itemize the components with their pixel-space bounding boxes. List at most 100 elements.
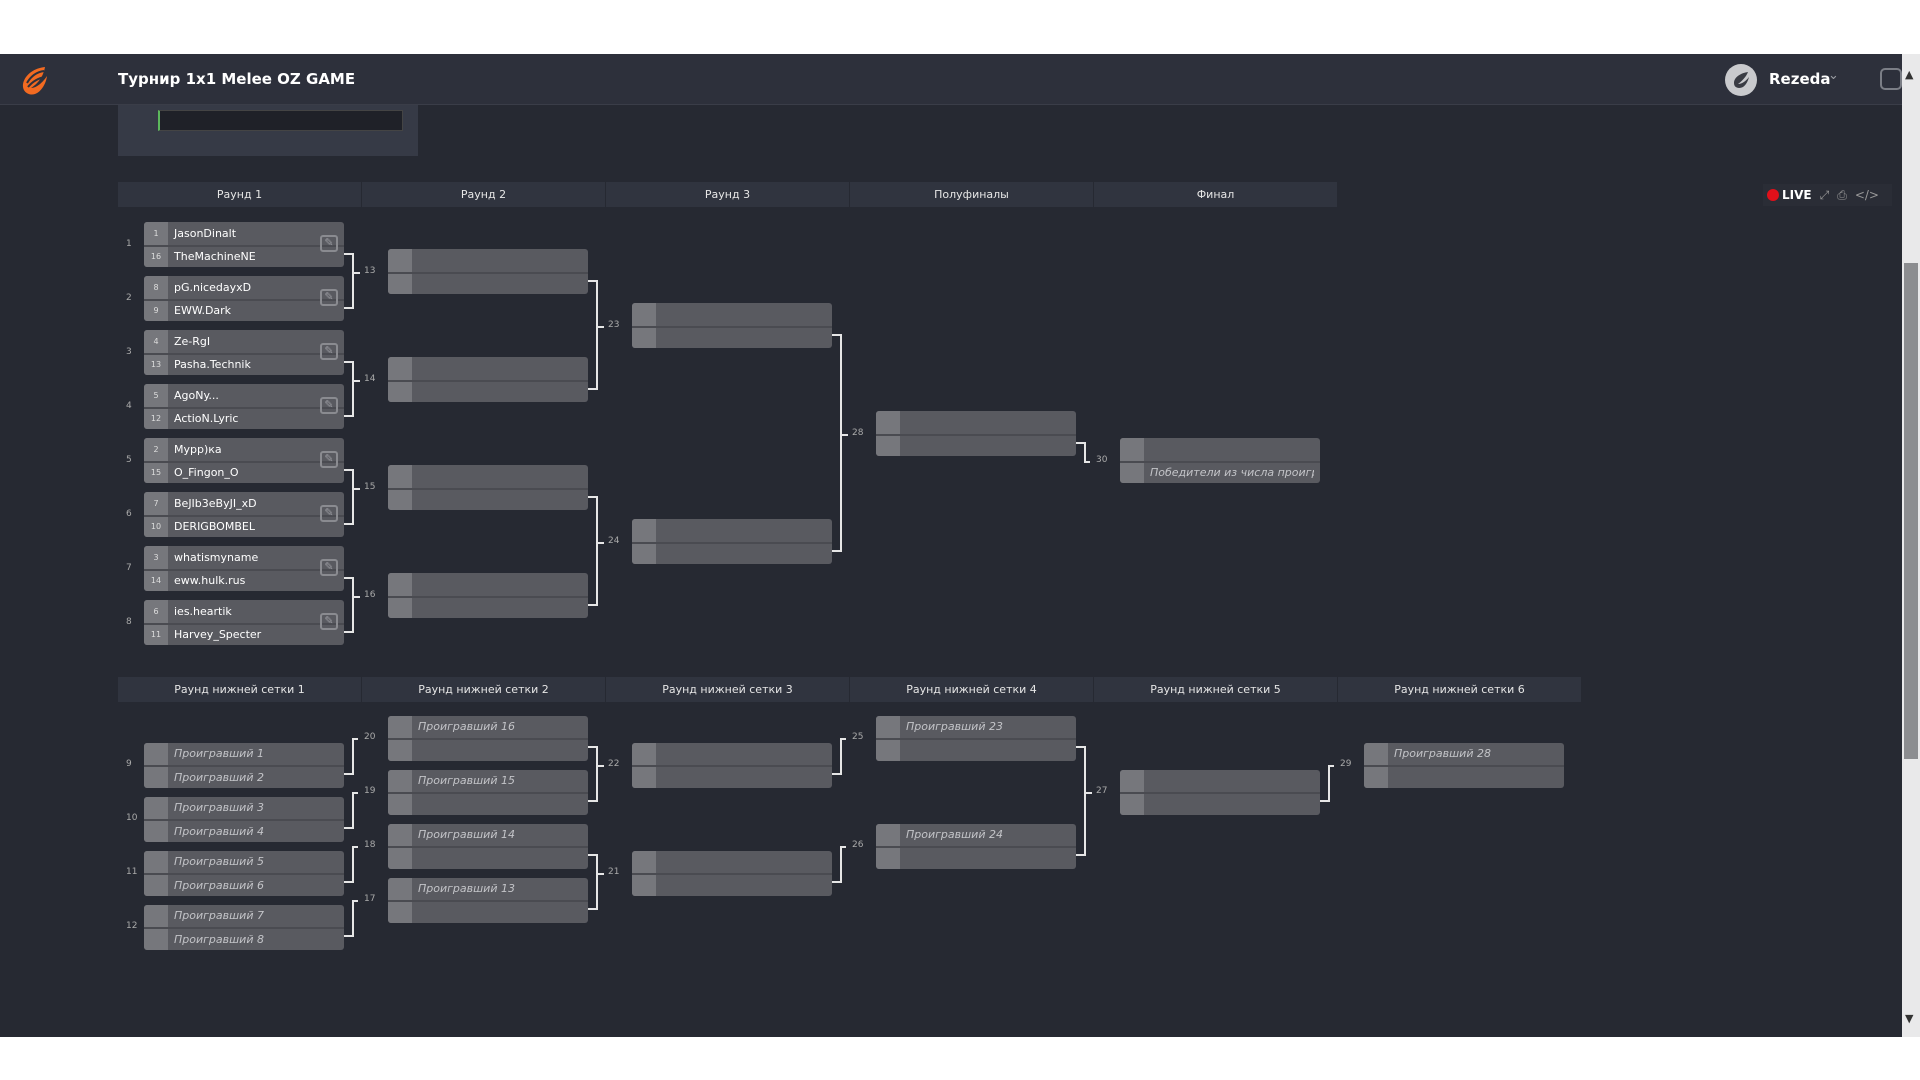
match-11[interactable]: Проигравший 5 Проигравший 6 — [144, 850, 344, 896]
match-slot[interactable]: 15 O_Fingon_O — [144, 460, 344, 483]
match-slot[interactable] — [876, 411, 1076, 434]
match-slot[interactable] — [388, 487, 588, 510]
edit-match-icon[interactable]: ✎ — [320, 559, 338, 576]
settings-icon[interactable] — [1880, 68, 1902, 90]
flame-wing-logo[interactable] — [17, 64, 51, 98]
match-slot[interactable] — [1120, 769, 1320, 792]
match-27[interactable] — [1120, 769, 1320, 815]
match-slot[interactable] — [388, 573, 588, 596]
match-slot[interactable] — [632, 303, 832, 326]
match-slot[interactable] — [632, 519, 832, 542]
match-18[interactable]: Проигравший 14 — [388, 823, 588, 869]
match-slot[interactable] — [632, 541, 832, 564]
match-slot[interactable]: Проигравший 3 — [144, 796, 344, 819]
match-slot[interactable]: Проигравший 24 — [876, 823, 1076, 846]
match-16[interactable] — [388, 573, 588, 618]
scroll-down-icon[interactable]: ▼ — [1905, 1012, 1913, 1025]
match-slot[interactable]: Проигравший 2 — [144, 765, 344, 788]
edit-match-icon[interactable]: ✎ — [320, 397, 338, 414]
match-slot[interactable] — [388, 379, 588, 402]
match-17[interactable]: Проигравший 13 — [388, 877, 588, 923]
edit-match-icon[interactable]: ✎ — [320, 613, 338, 630]
match-8[interactable]: 6 ies.heartik 11 Harvey_Specter ✎ — [144, 600, 344, 645]
wing-avatar-icon[interactable] — [1725, 64, 1757, 96]
match-slot[interactable] — [388, 595, 588, 618]
match-slot[interactable] — [876, 846, 1076, 869]
match-slot[interactable]: 2 Мурр)ка — [144, 438, 344, 461]
scrollbar-thumb[interactable] — [1904, 263, 1918, 759]
match-slot[interactable] — [388, 357, 588, 380]
match-3[interactable]: 4 Ze-RgI 13 Pasha.Technik ✎ — [144, 330, 344, 375]
match-slot[interactable] — [388, 738, 588, 761]
match-1[interactable]: 1 JasonDinalt 16 TheMachineNE ✎ — [144, 222, 344, 267]
match-slot[interactable]: 14 eww.hulk.rus — [144, 568, 344, 591]
match-slot[interactable] — [632, 850, 832, 873]
match-24[interactable] — [632, 519, 832, 564]
match-29[interactable]: Проигравший 28 — [1364, 742, 1564, 788]
match-slot[interactable] — [632, 873, 832, 896]
edit-match-icon[interactable]: ✎ — [320, 289, 338, 306]
edit-match-icon[interactable]: ✎ — [320, 451, 338, 468]
match-slot[interactable]: 1 JasonDinalt — [144, 222, 344, 245]
match-5[interactable]: 2 Мурр)ка 15 O_Fingon_O ✎ — [144, 438, 344, 483]
match-slot[interactable] — [876, 433, 1076, 456]
filter-input[interactable] — [158, 110, 403, 131]
match-4[interactable]: 5 AgoNy... 12 ActioN.Lyric ✎ — [144, 384, 344, 429]
match-slot[interactable]: Проигравший 14 — [388, 823, 588, 846]
match-slot[interactable] — [388, 465, 588, 488]
match-slot[interactable] — [632, 765, 832, 788]
match-slot[interactable] — [632, 325, 832, 348]
match-15[interactable] — [388, 465, 588, 510]
match-slot[interactable] — [388, 792, 588, 815]
match-slot[interactable]: Проигравший 5 — [144, 850, 344, 873]
match-slot[interactable] — [388, 271, 588, 294]
match-slot[interactable]: Проигравший 16 — [388, 715, 588, 738]
match-slot[interactable] — [876, 738, 1076, 761]
match-slot[interactable] — [388, 846, 588, 869]
match-slot[interactable] — [632, 742, 832, 765]
match-30[interactable]: Победители из числа проигр — [1120, 438, 1320, 483]
match-slot[interactable] — [1120, 438, 1320, 461]
edit-match-icon[interactable]: ✎ — [320, 343, 338, 360]
match-slot[interactable] — [388, 900, 588, 923]
match-25[interactable]: Проигравший 23 — [876, 715, 1076, 761]
match-slot[interactable]: Проигравший 7 — [144, 904, 344, 927]
match-slot[interactable]: 9 EWW.Dark — [144, 298, 344, 321]
match-slot[interactable]: Проигравший 1 — [144, 742, 344, 765]
match-slot[interactable]: Проигравший 8 — [144, 927, 344, 950]
match-20[interactable]: Проигравший 16 — [388, 715, 588, 761]
match-slot[interactable]: Проигравший 15 — [388, 769, 588, 792]
match-slot[interactable]: 4 Ze-RgI — [144, 330, 344, 353]
match-slot[interactable]: Победители из числа проигр — [1120, 460, 1320, 483]
match-slot[interactable]: 16 TheMachineNE — [144, 244, 344, 267]
edit-match-icon[interactable]: ✎ — [320, 235, 338, 252]
match-slot[interactable]: 13 Pasha.Technik — [144, 352, 344, 375]
match-slot[interactable] — [1364, 765, 1564, 788]
match-23[interactable] — [632, 303, 832, 348]
live-button[interactable]: LIVE — [1767, 188, 1812, 202]
embed-code-icon[interactable]: </> — [1855, 188, 1879, 202]
match-slot[interactable]: 10 DERIGBOMBEL — [144, 514, 344, 537]
match-slot[interactable]: 11 Harvey_Specter — [144, 622, 344, 645]
username[interactable]: Rezeda — [1769, 70, 1831, 88]
match-26[interactable]: Проигравший 24 — [876, 823, 1076, 869]
match-22[interactable] — [632, 742, 832, 788]
scroll-up-icon[interactable]: ▲ — [1905, 68, 1913, 81]
match-slot[interactable]: 5 AgoNy... — [144, 384, 344, 407]
match-13[interactable] — [388, 249, 588, 294]
match-slot[interactable]: Проигравший 4 — [144, 819, 344, 842]
match-6[interactable]: 7 BeJIb3eByJI_xD 10 DERIGBOMBEL ✎ — [144, 492, 344, 537]
edit-match-icon[interactable]: ✎ — [320, 505, 338, 522]
match-slot[interactable]: Проигравший 23 — [876, 715, 1076, 738]
match-slot[interactable] — [388, 249, 588, 272]
match-slot[interactable]: Проигравший 28 — [1364, 742, 1564, 765]
match-2[interactable]: 8 pG.nicedayxD 9 EWW.Dark ✎ — [144, 276, 344, 321]
match-28[interactable] — [876, 411, 1076, 456]
match-slot[interactable]: Проигравший 13 — [388, 877, 588, 900]
match-19[interactable]: Проигравший 15 — [388, 769, 588, 815]
match-slot[interactable] — [1120, 792, 1320, 815]
match-slot[interactable]: 3 whatismyname — [144, 546, 344, 569]
match-7[interactable]: 3 whatismyname 14 eww.hulk.rus ✎ — [144, 546, 344, 591]
match-slot[interactable]: 8 pG.nicedayxD — [144, 276, 344, 299]
match-12[interactable]: Проигравший 7 Проигравший 8 — [144, 904, 344, 950]
